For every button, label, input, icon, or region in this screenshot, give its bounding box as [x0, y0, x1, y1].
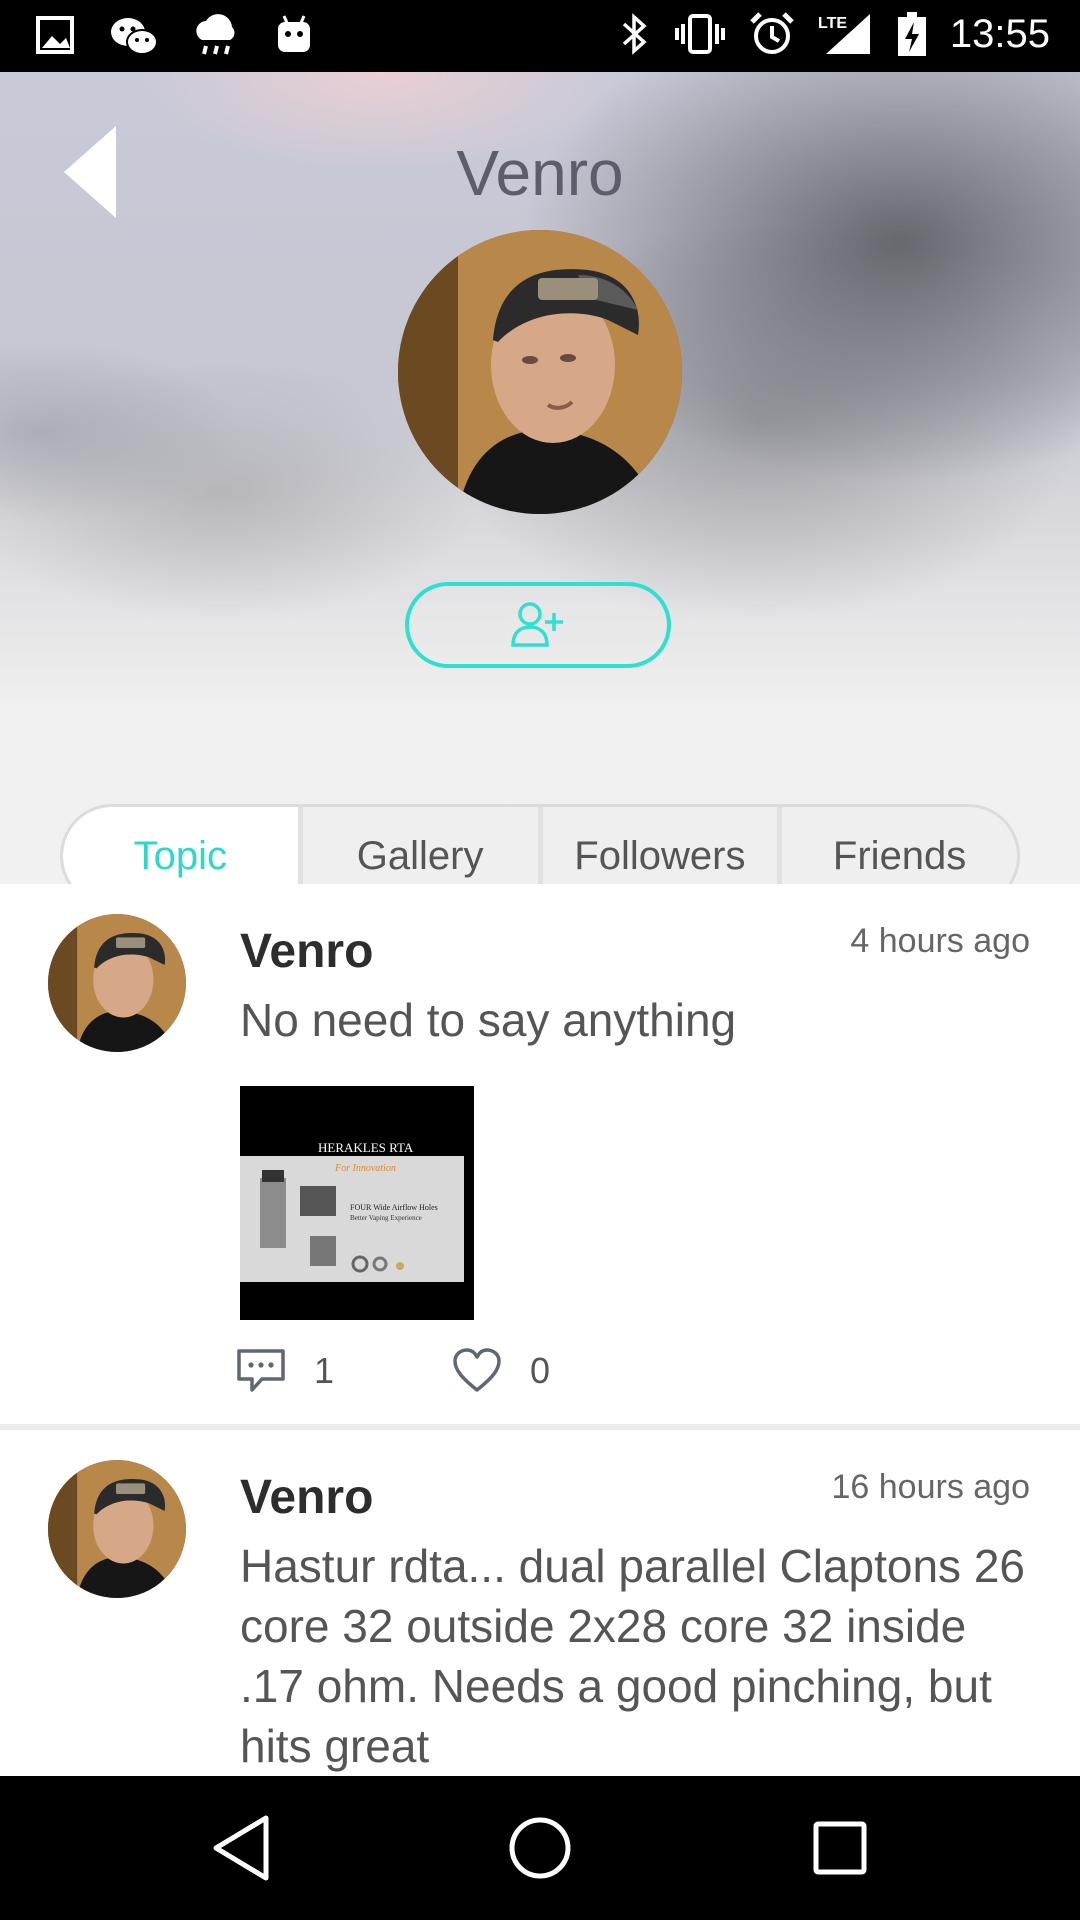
post-avatar[interactable] — [48, 1460, 186, 1598]
system-icons: LTE 13:55 — [616, 10, 1050, 58]
post-author[interactable]: Venro — [240, 1470, 373, 1525]
like-button[interactable]: 0 — [452, 1348, 550, 1394]
post-timestamp: 16 hours ago — [831, 1468, 1031, 1506]
alarm-icon — [750, 12, 794, 54]
post-timestamp: 4 hours ago — [850, 922, 1030, 960]
profile-photo — [398, 230, 682, 514]
nav-recents-icon[interactable] — [802, 1810, 878, 1886]
post-image[interactable]: HERAKLES RTA For Innovation FOUR Wide Ai… — [240, 1086, 474, 1320]
gallery-icon — [36, 16, 74, 54]
post-item: Venro 16 hours ago Hastur rdta... dual p… — [0, 1430, 1080, 1776]
svg-text:LTE: LTE — [818, 15, 847, 32]
post-author[interactable]: Venro — [240, 924, 373, 979]
heart-icon — [453, 1348, 501, 1392]
post-avatar[interactable] — [48, 914, 186, 1052]
clock: 13:55 — [949, 11, 1050, 56]
comment-icon — [237, 1349, 285, 1392]
wechat-icon — [111, 18, 158, 55]
navigation-bar — [0, 1776, 1080, 1920]
topic-feed: Venro 4 hours ago No need to say anythin… — [0, 884, 1080, 1776]
post-text: No need to say anything — [240, 994, 737, 1046]
author-photo — [48, 914, 186, 1052]
product-ad-image: HERAKLES RTA For Innovation FOUR Wide Ai… — [240, 1086, 474, 1320]
android-icon — [278, 15, 310, 52]
status-bar: LTE 13:55 — [0, 0, 1080, 72]
author-photo — [48, 1460, 186, 1598]
add-person-icon — [511, 602, 563, 647]
profile-avatar — [398, 230, 682, 514]
comment-button[interactable]: 1 — [236, 1348, 334, 1394]
comment-count: 1 — [314, 1350, 335, 1391]
page-title: Venro — [456, 137, 624, 209]
weather-rain-icon — [196, 14, 235, 55]
follow-button[interactable] — [405, 582, 671, 668]
svg-text:HERAKLES RTA: HERAKLES RTA — [318, 1140, 414, 1155]
nav-back-icon[interactable] — [204, 1810, 280, 1886]
nav-home-icon[interactable] — [502, 1810, 578, 1886]
vibrate-icon — [674, 14, 725, 54]
battery-charging-icon — [897, 12, 926, 56]
profile-header: Venro Topic Gallery Followers Friends — [0, 72, 1080, 908]
post-actions: 1 0 — [236, 1346, 550, 1396]
svg-text:For Innovation: For Innovation — [334, 1163, 396, 1174]
like-count: 0 — [530, 1350, 551, 1391]
signal-icon: LTE — [818, 14, 870, 54]
notification-icons — [34, 12, 316, 60]
post-text: Hastur rdta... dual parallel Claptons 26… — [240, 1540, 1025, 1772]
bluetooth-icon — [622, 13, 647, 55]
svg-text:FOUR Wide Airflow Holes: FOUR Wide Airflow Holes — [350, 1203, 438, 1212]
post-item: Venro 4 hours ago No need to say anythin… — [0, 884, 1080, 1424]
svg-text:Better Vaping Experience: Better Vaping Experience — [350, 1214, 422, 1222]
